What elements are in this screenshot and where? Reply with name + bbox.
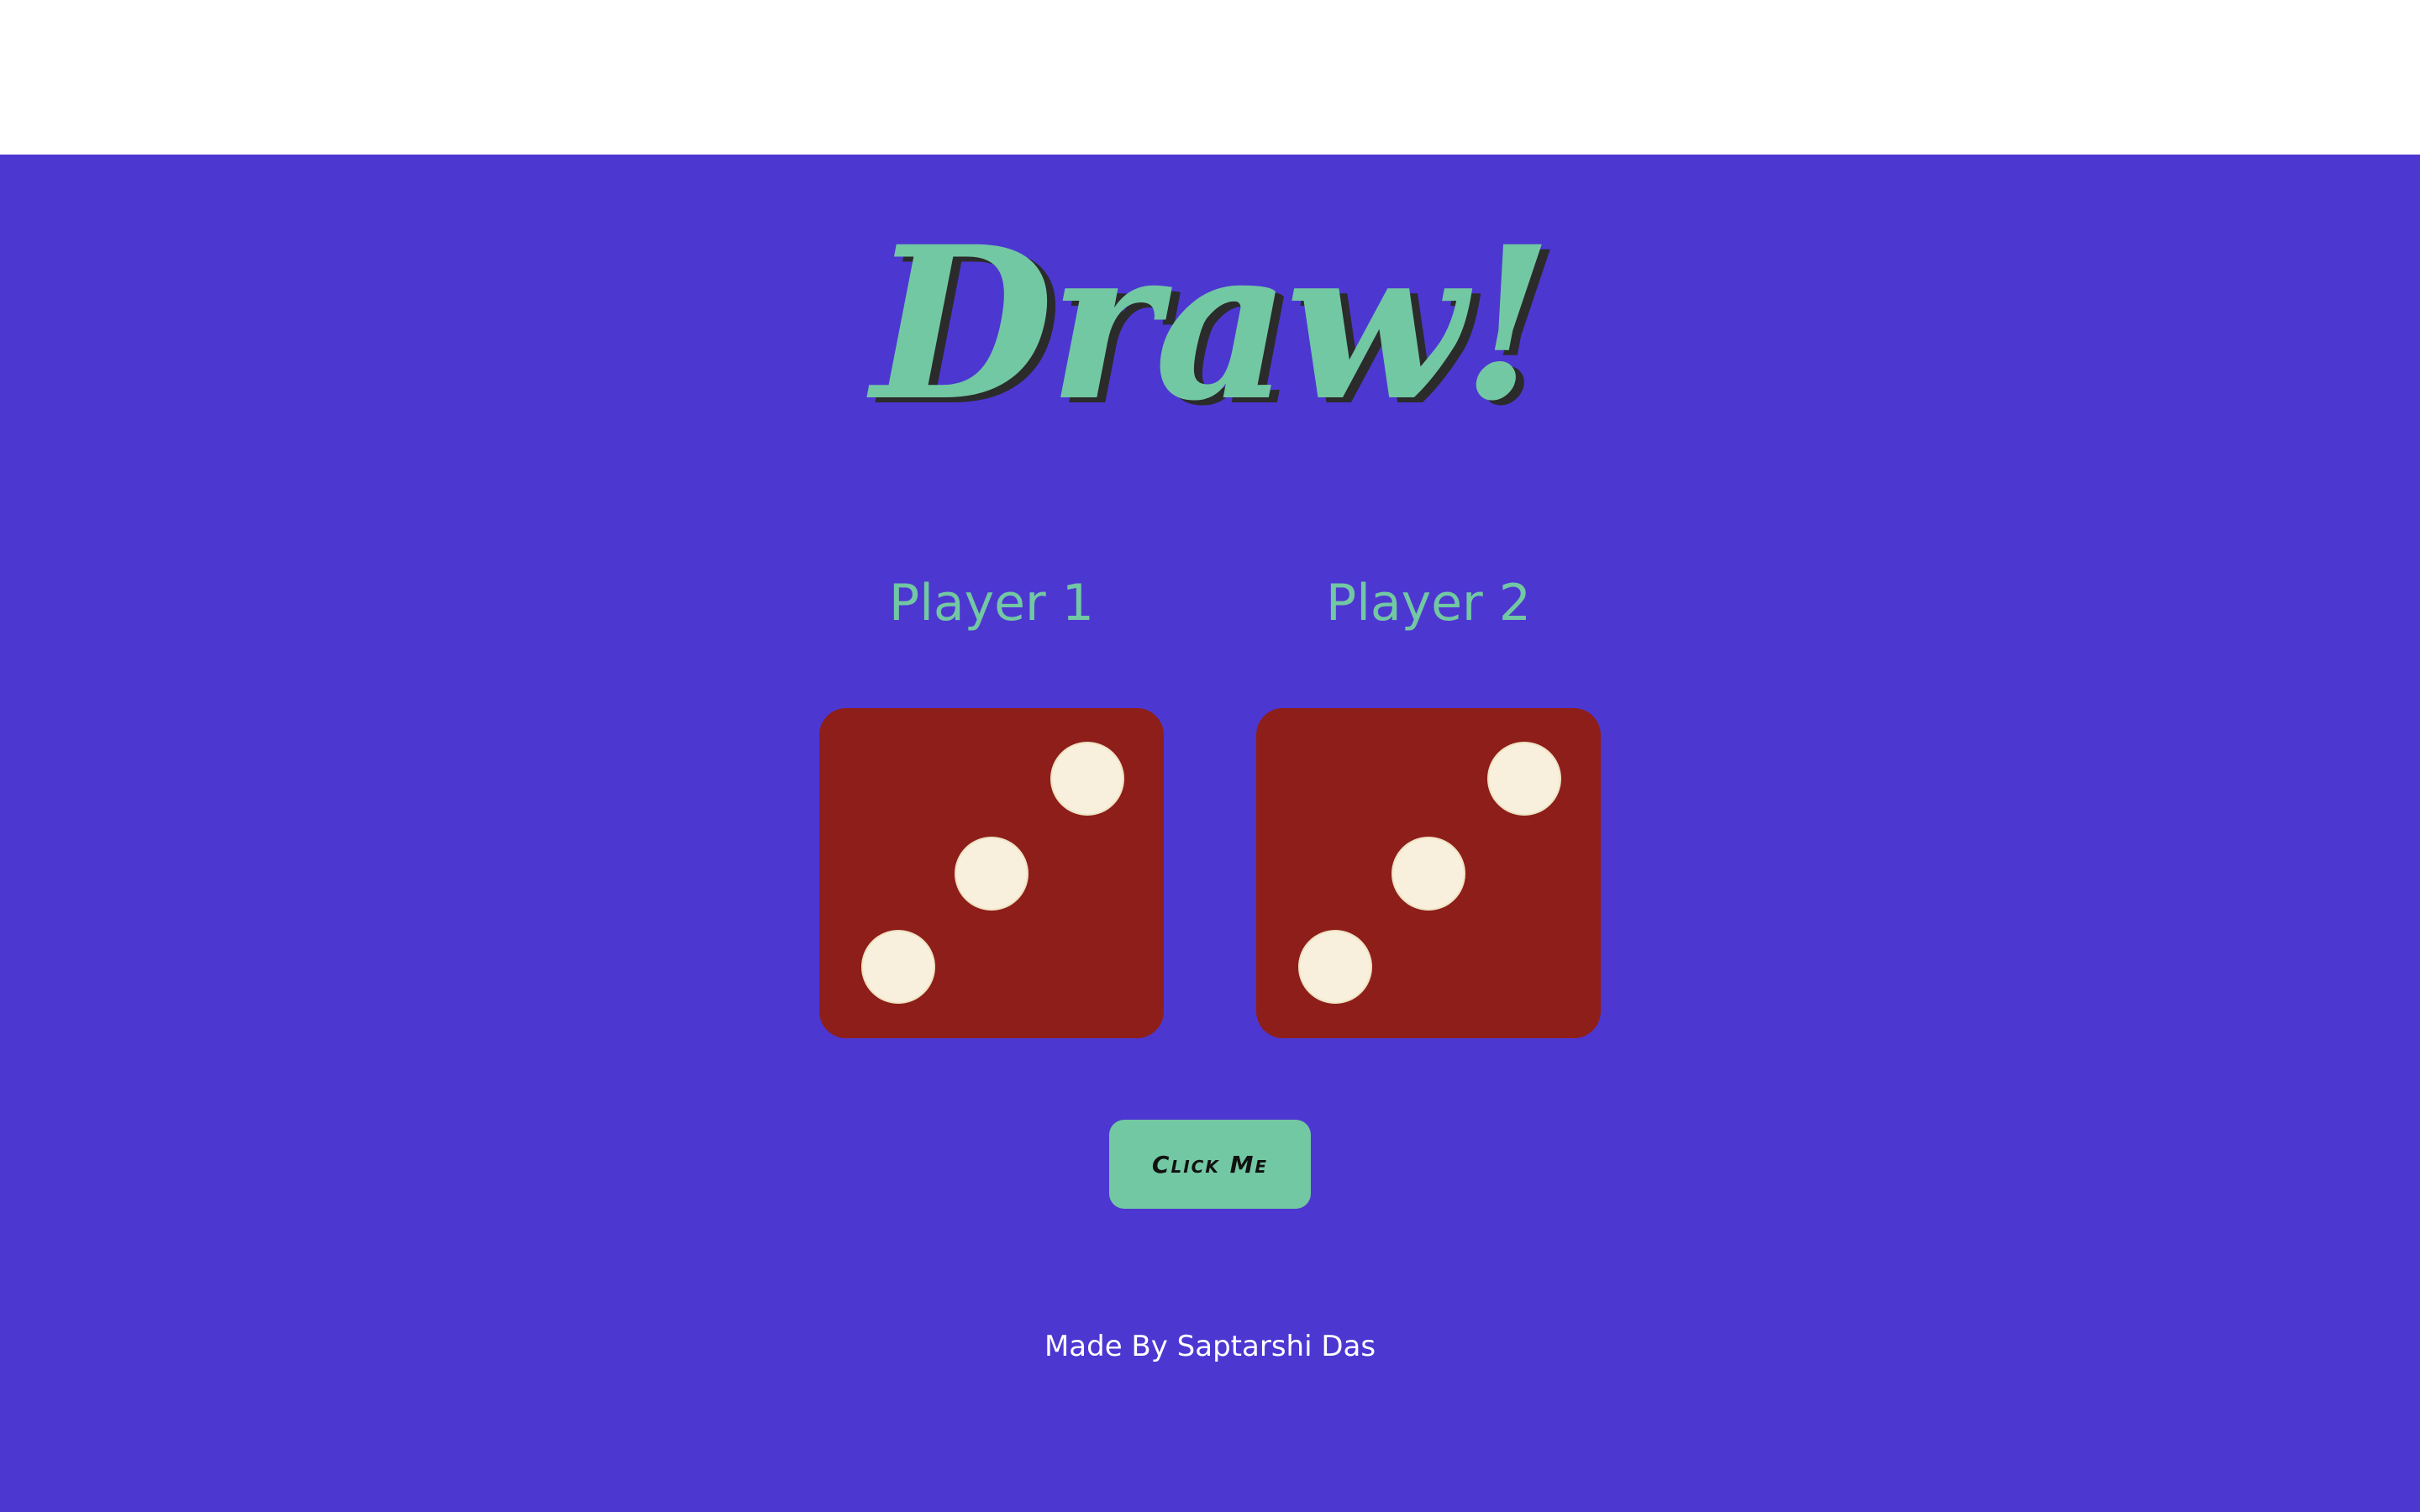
die-pip (956, 838, 1027, 909)
player-1-die (819, 708, 1164, 1038)
roll-dice-button[interactable]: Click Me (1109, 1120, 1311, 1209)
die-pip (863, 932, 934, 1002)
player-2-die (1256, 708, 1601, 1038)
page-title: Draw! (871, 200, 1553, 447)
die-pip (1489, 743, 1560, 814)
die-pip (1052, 743, 1123, 814)
top-blank-strip (0, 0, 2420, 155)
player-2-label: Player 2 (1326, 574, 1531, 633)
die-pip (1300, 932, 1370, 1002)
player-1-label: Player 1 (889, 574, 1094, 633)
die-pip (1393, 838, 1464, 909)
footer-credit: Made By Saptarshi Das (1044, 1330, 1376, 1363)
